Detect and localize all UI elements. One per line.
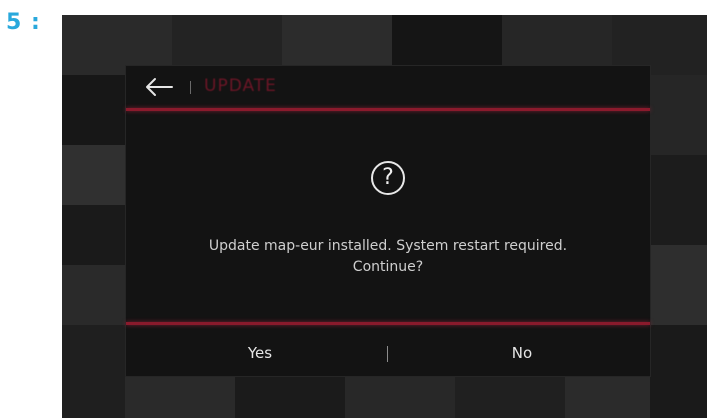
step-label: 5 : [6, 10, 41, 35]
yes-button[interactable]: Yes [180, 338, 340, 368]
background-tile [62, 75, 125, 145]
background-tile [62, 145, 125, 205]
background-tile [345, 377, 455, 418]
no-button[interactable]: No [442, 338, 602, 368]
background-tile [62, 265, 125, 325]
message-line-2: Continue? [352, 259, 424, 275]
button-separator [387, 346, 388, 362]
header-divider [126, 108, 650, 111]
update-dialog: UPDATE ? Update map-eur installed. Syste… [125, 65, 651, 377]
background-tile [62, 325, 125, 418]
dialog-title: UPDATE [204, 76, 277, 96]
background-tile [650, 325, 707, 418]
infotainment-screen: UPDATE ? Update map-eur installed. Syste… [62, 15, 707, 418]
message-line-1: Update map-eur installed. System restart… [208, 238, 568, 254]
arrow-left-icon[interactable] [144, 76, 174, 98]
background-tile [235, 377, 345, 418]
header-separator [190, 81, 191, 94]
background-tile [565, 377, 650, 418]
background-tile [650, 155, 707, 245]
background-tile [650, 75, 707, 155]
footer-divider [126, 322, 650, 325]
background-tile [62, 205, 125, 265]
dialog-message: Update map-eur installed. System restart… [126, 236, 650, 278]
background-tile [650, 245, 707, 325]
dialog-header: UPDATE [126, 66, 650, 109]
question-circle-icon: ? [371, 161, 405, 195]
background-tile [455, 377, 565, 418]
background-tile [125, 377, 235, 418]
